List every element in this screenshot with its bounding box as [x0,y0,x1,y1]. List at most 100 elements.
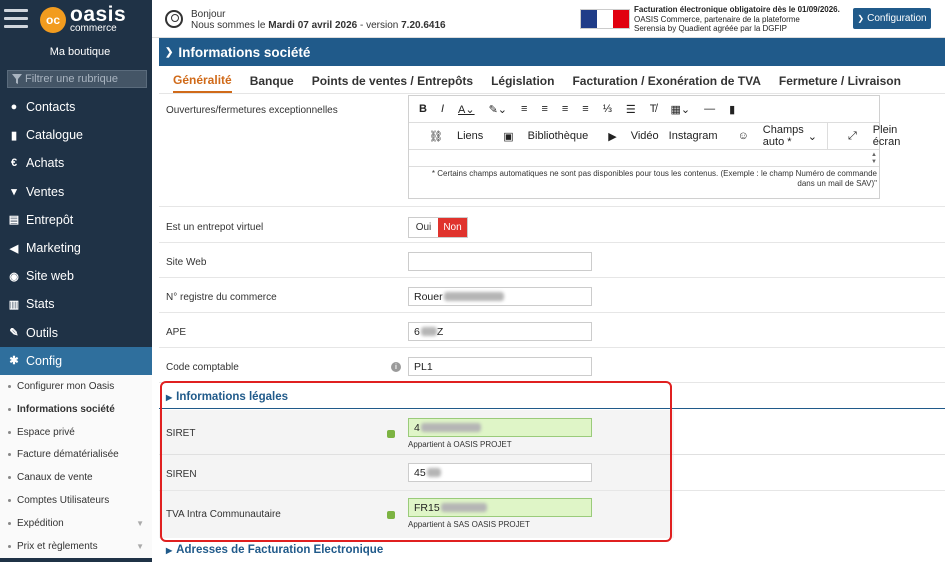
triangle-right-icon: ▶ [166,545,173,555]
instagram-button[interactable]: Instagram [669,130,718,142]
align-right-icon[interactable]: ≡ [562,103,568,115]
sidebar-item-stats[interactable]: ▥ Stats [0,290,152,318]
main-area: Bonjour Nous sommes le Mardi 07 avril 20… [152,0,945,562]
chevron-right-icon: ❯ [857,14,865,23]
bold-icon[interactable]: B [419,103,427,115]
sidebar-item-site-web[interactable]: ◉ Site web [0,262,152,290]
subitem-informations-societe[interactable]: Informations société [0,398,152,421]
link-button[interactable]: ⛓ Liens [419,130,483,143]
current-date: Mardi 07 avril 2026 [268,20,358,31]
tab-fermeture[interactable]: Fermeture / Livraison [779,72,901,92]
sidebar-item-entrepot[interactable]: ▤ Entrepôt [0,206,152,234]
notice-line-2: OASIS Commerce, partenaire de la platefo… [634,14,800,24]
sidebar-item-contacts[interactable]: ● Contacts [0,93,152,121]
align-left-icon[interactable]: ≡ [521,103,527,115]
sidebar-item-marketing[interactable]: ◀ Marketing [0,234,152,262]
accounting-code-input[interactable]: PL1 [408,357,592,376]
subitem-comptes-utilisateurs[interactable]: Comptes Utilisateurs [0,489,152,512]
redacted-text [426,468,441,477]
auto-fields-button[interactable]: ☺ Champs auto * ⌄ [728,124,817,148]
logo[interactable]: oc oasis commerce [40,4,126,34]
align-center-icon[interactable]: ≡ [541,103,547,115]
image-icon: ▣ [503,130,514,143]
subitem-facture-dematerialisee[interactable]: Facture dématérialisée [0,444,152,467]
clear-format-icon[interactable]: T̸ [650,103,657,115]
chevron-right-icon: ❯ [165,46,174,58]
subitem-label: Canaux de vente [17,472,93,484]
info-icon[interactable]: i [391,362,401,372]
highlight-icon[interactable]: ✎⌄ [489,103,507,116]
link-icon: ⛓ [429,130,443,143]
user-icon[interactable] [165,10,183,28]
scroll-arrows-icon[interactable]: ▲ ▼ [871,152,877,166]
sidebar-item-achats[interactable]: € Achats [0,149,152,177]
sidebar-item-config[interactable]: ✱ Config [0,346,152,375]
version-prefix: - version [357,20,402,31]
subitem-prix-reglements[interactable]: Prix et règlements ▼ [0,535,152,558]
subitem-label: Prix et règlements [17,541,98,553]
form-content: Ouvertures/fermetures exceptionnelles B … [159,95,945,562]
ordered-list-icon[interactable]: ⅓ [603,103,612,115]
subitem-canaux-de-vente[interactable]: Canaux de vente [0,466,152,489]
oui-option[interactable]: Oui [409,218,438,237]
italic-icon[interactable]: I [441,103,444,115]
horizontal-rule-icon[interactable]: — [704,103,715,115]
subitem-label: Espace privé [17,426,75,438]
tab-facturation[interactable]: Facturation / Exonération de TVA [572,72,760,92]
legal-section-header[interactable]: ▶ Informations légales [166,391,288,403]
sidebar-item-ventes[interactable]: ▾ Ventes [0,178,152,206]
ape-input[interactable]: 6Z [408,322,592,341]
siret-input[interactable]: 4 [408,418,592,437]
sidebar-item-catalogue[interactable]: ▮ Catalogue [0,121,152,149]
virtual-warehouse-toggle[interactable]: Oui Non [408,217,468,238]
justify-icon[interactable]: ≡ [582,103,588,115]
configuration-button[interactable]: ❯ Configuration [853,8,931,29]
tab-points-de-ventes[interactable]: Points de ventes / Entrepôts [312,72,473,92]
library-label: Bibliothèque [527,130,589,142]
hamburger-menu-icon[interactable] [4,9,28,29]
einvoicing-addresses-section-header[interactable]: ▶ Adresses de Facturation Electronique [166,544,383,556]
subitem-espace-prive[interactable]: Espace privé [0,421,152,444]
editor-text-area[interactable]: ▲ ▼ [409,150,879,167]
ape-value-start: 6 [414,325,420,338]
video-button[interactable]: ▶ Vidéo [598,130,658,143]
sidebar-item-label: Ventes [26,184,65,199]
chevron-down-icon: ⌄ [807,130,817,143]
accounting-code-label: Code comptable [166,362,239,373]
website-input[interactable] [408,252,592,271]
text-color-icon[interactable]: A⌄ [458,103,475,116]
table-icon[interactable]: ▦⌄ [671,103,691,116]
non-option[interactable]: Non [438,218,467,237]
sidebar-item-label: Outils [26,325,58,340]
bookmark-icon[interactable]: ▮ [729,103,735,116]
auto-fields-label: Champs auto * [762,124,804,148]
siret-label: SIRET [166,428,196,439]
tab-generalite[interactable]: Généralité [173,71,232,93]
chevron-down-icon: ▼ [136,542,144,552]
gear-icon: ✱ [9,355,19,368]
trade-register-input[interactable]: Rouer [408,287,592,306]
notice-line-1: Facturation électronique obligatoire dès… [634,5,840,14]
unordered-list-icon[interactable]: ☰ [626,103,636,116]
einvoicing-notice: Facturation électronique obligatoire dès… [634,5,840,34]
subitem-label: Informations société [17,403,115,415]
row-virtual-warehouse: Est un entrepot virtuel [159,207,945,243]
filter-input[interactable]: Filtrer une rubrique [7,70,147,88]
tva-input[interactable]: FR15 [408,498,592,517]
subitem-label: Facture dématérialisée [17,449,119,461]
sidebar-item-outils[interactable]: ✎ Outils [0,319,152,347]
filter-icon [12,74,22,84]
siren-input[interactable]: 45 [408,463,592,482]
tab-legislation[interactable]: Législation [491,72,554,92]
redacted-text [443,292,504,301]
fullscreen-button[interactable]: ⤢ Plein écran [838,124,900,148]
sidebar-header: oc oasis commerce Ma boutique [0,0,152,70]
rich-text-editor[interactable]: B I A⌄ ✎⌄ ≡ ≡ ≡ ≡ ⅓ ☰ T̸ ▦⌄ — ▮ ⛓ Liens [408,95,900,199]
subitem-configurer[interactable]: Configurer mon Oasis [0,375,152,398]
siret-owner-note: Appartient à OASIS PROJET [408,440,512,449]
tab-banque[interactable]: Banque [250,72,294,92]
subitem-expedition[interactable]: Expédition ▼ [0,512,152,535]
sidebar-item-label: Achats [26,156,65,171]
library-button[interactable]: ▣ Bibliothèque [493,130,588,143]
section-divider [159,408,945,409]
